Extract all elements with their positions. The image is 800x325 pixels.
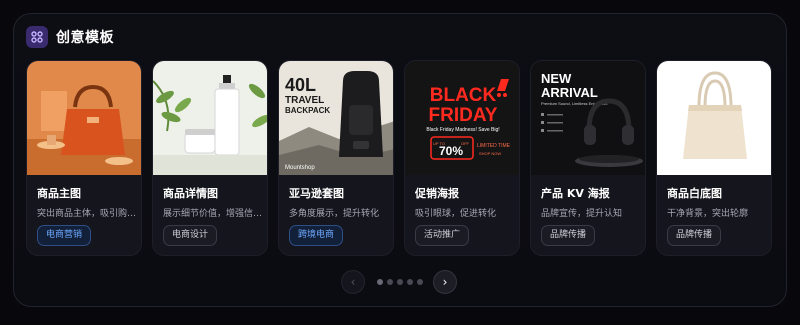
card-tag: 品牌传播 [541,225,596,246]
pager-dot[interactable] [397,279,403,285]
kv-line2-text: ARRIVAL [541,85,598,100]
promo-poster-thumbnail: BLACK FRIDAY Black Friday Madness! Save … [405,61,519,175]
pager-dot[interactable] [377,279,383,285]
card-tag: 活动推广 [415,225,470,246]
kv-line1-text: NEW [541,71,572,86]
product-kv-thumbnail: NEW ARRIVAL Premium Sound, Limitless Enj… [531,61,645,175]
promo-sub-text: Black Friday Madness! Save Big! [426,127,499,133]
card-tag: 品牌传播 [667,225,722,246]
promo-off-suffix-text: OFF [461,141,470,146]
amazon-line1-text: TRAVEL [285,95,324,106]
previous-page-button[interactable]: ‹ [341,270,365,294]
pager-dot[interactable] [407,279,413,285]
amazon-brand-text: Mountshop [285,165,315,171]
card-description: 多角度展示，提升转化 [289,209,380,219]
card-description: 干净背景，突出轮廓 [667,209,749,219]
promo-cta2-text: SHOP NOW [479,151,501,156]
promo-cta-text: LIMITED TIME [477,143,511,149]
chevron-right-icon: › [442,275,448,289]
promo-line1-text: BLACK [430,85,497,106]
pager-dot[interactable] [417,279,423,285]
carousel-pager: ‹ › [341,270,457,294]
card-tag: 电商营销 [37,225,92,246]
pager-dots [377,279,423,285]
card-title: 产品 KV 海报 [541,187,610,200]
template-card-promo-poster[interactable]: BLACK FRIDAY Black Friday Madness! Save … [404,60,520,256]
template-card-amazon-set[interactable]: 40L TRAVEL BACKPACK Mountshop 亚马逊套图 多角度展… [278,60,394,256]
next-page-button[interactable]: › [433,270,457,294]
white-background-thumbnail [657,61,771,175]
card-title: 亚马逊套图 [289,187,344,200]
creative-templates-panel: 创意模板 商品主图 突出商品主体，吸引购… 电商营销 商品详情图 展示细节价值，… [13,13,787,307]
template-card-product-kv[interactable]: NEW ARRIVAL Premium Sound, Limitless Enj… [530,60,646,256]
card-description: 吸引眼球，促进转化 [415,209,497,219]
template-card-product-detail[interactable]: 商品详情图 展示细节价值，增强信… 电商设计 [152,60,268,256]
card-description: 品牌宣传，提升认知 [541,209,623,219]
pager-dot[interactable] [387,279,393,285]
amazon-set-thumbnail: 40L TRAVEL BACKPACK Mountshop [279,61,393,175]
chevron-left-icon: ‹ [350,275,356,289]
template-grid-icon [26,26,48,48]
template-card-white-background[interactable]: 商品白底图 干净背景，突出轮廓 品牌传播 [656,60,772,256]
section-header: 创意模板 [26,26,114,48]
amazon-size-text: 40L [285,75,316,95]
card-title: 商品主图 [37,187,81,200]
card-tag: 电商设计 [163,225,218,246]
promo-off-text: 70% [439,144,463,158]
template-card-product-main[interactable]: 商品主图 突出商品主体，吸引购… 电商营销 [26,60,142,256]
product-main-thumbnail [27,61,141,175]
card-title: 商品详情图 [163,187,218,200]
amazon-line2-text: BACKPACK [285,106,330,115]
section-title: 创意模板 [56,30,114,46]
product-detail-thumbnail [153,61,267,175]
card-description: 展示细节价值，增强信… [163,209,263,219]
card-title: 商品白底图 [667,187,722,200]
promo-line2-text: FRIDAY [429,105,498,126]
card-title: 促销海报 [415,187,459,200]
template-card-list: 商品主图 突出商品主体，吸引购… 电商营销 商品详情图 展示细节价值，增强信… … [26,60,772,256]
card-tag: 跨境电商 [289,225,344,246]
card-description: 突出商品主体，吸引购… [37,209,137,219]
